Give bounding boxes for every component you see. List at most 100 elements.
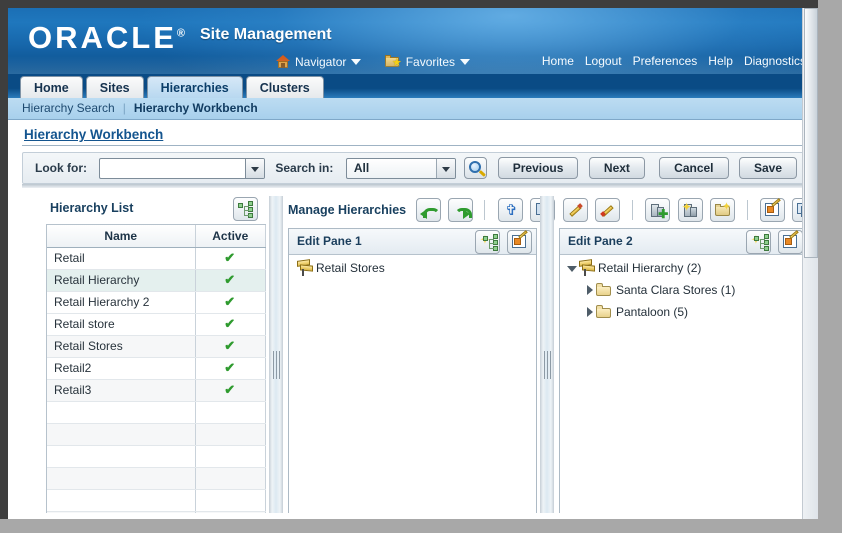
look-for-dropdown-button[interactable] [244, 158, 264, 178]
search-in-label: Search in: [275, 161, 334, 175]
undo-button[interactable] [415, 198, 441, 222]
table-row[interactable] [47, 445, 266, 468]
cell-name: Retail Hierarchy [47, 269, 196, 292]
favorites-menu[interactable]: ★ Favorites [384, 54, 471, 69]
tree-node[interactable]: Retail Stores [295, 259, 536, 282]
cell-name: Retail store [47, 313, 196, 336]
tree-twisty-expanded-icon[interactable] [566, 263, 577, 274]
tab-home[interactable]: Home [20, 76, 83, 98]
building-add-icon: ✚ [650, 202, 668, 220]
search-button[interactable] [464, 157, 488, 179]
subnav-item-hierarchy-workbench[interactable]: Hierarchy Workbench [134, 101, 258, 115]
tree-view-button[interactable]: ✦ [474, 230, 500, 254]
splitter-left[interactable] [269, 196, 283, 519]
window-frame-top [0, 0, 842, 8]
table-row[interactable]: Retail ✔ [47, 247, 266, 270]
global-link-preferences[interactable]: Preferences [633, 54, 698, 68]
tab-sites[interactable]: Sites [85, 76, 144, 98]
subnav-item-hierarchy-search[interactable]: Hierarchy Search [22, 101, 115, 115]
splitter-right[interactable] [540, 196, 554, 519]
previous-button[interactable]: Previous [497, 157, 579, 179]
global-link-diagnostics[interactable]: Diagnostics [744, 54, 806, 68]
chevron-down-icon [435, 158, 455, 178]
search-action-bar: Look for: Search in: All Previous Next C… [22, 152, 804, 184]
table-row[interactable] [47, 401, 266, 424]
building-new-icon: ✦ [682, 201, 699, 219]
browser-viewport: ORACLE® Site Management Navigator ★ Favor… [8, 8, 818, 519]
search-in-select[interactable]: All [345, 157, 456, 179]
active-check-icon: ✔ [224, 360, 236, 375]
edit-properties-button[interactable] [760, 198, 785, 222]
cell-name [47, 401, 196, 424]
pane-properties-button[interactable] [778, 230, 803, 254]
new-site-button[interactable]: ✦ [677, 198, 703, 222]
active-check-icon: ✔ [224, 272, 236, 287]
column-header-active[interactable]: Active [195, 225, 266, 248]
next-button[interactable]: Next [588, 157, 645, 179]
move-button[interactable]: ✞ [497, 198, 523, 222]
global-link-help[interactable]: Help [708, 54, 733, 68]
rename-button[interactable] [595, 198, 621, 222]
table-row[interactable] [47, 467, 266, 490]
edit-pane-1-tree[interactable]: Retail Stores [289, 255, 536, 519]
tree-node-label: Retail Stores [316, 261, 385, 275]
tree-node-label: Pantaloon (5) [616, 304, 689, 319]
save-button[interactable]: Save [738, 157, 797, 179]
global-link-home[interactable]: Home [542, 54, 574, 68]
folder-icon [596, 305, 612, 319]
cancel-button[interactable]: Cancel [659, 157, 729, 179]
search-in-value: All [353, 160, 370, 175]
edit-button[interactable] [562, 198, 588, 222]
global-link-logout[interactable]: Logout [585, 54, 622, 68]
signpost-hierarchy-icon [296, 259, 314, 276]
redo-button[interactable] [448, 198, 474, 222]
properties-edit-icon [783, 230, 799, 250]
tab-hierarchies[interactable]: Hierarchies [146, 76, 243, 98]
tree-twisty-collapsed-icon[interactable] [584, 284, 595, 296]
hierarchy-list-table-wrap: Name Active Retail ✔ Retail Hierarchy ✔ Re… [46, 224, 266, 519]
home-icon [276, 55, 290, 69]
cell-name: Retail Stores [47, 335, 196, 358]
new-folder-button[interactable]: ✦ [710, 198, 736, 222]
splitter-grip [544, 351, 551, 379]
navigator-menu[interactable]: Navigator [276, 54, 362, 69]
tab-clusters[interactable]: Clusters [245, 76, 324, 98]
page-vertical-scrollbar[interactable] [802, 8, 818, 519]
table-row[interactable]: Retail store ✔ [47, 313, 266, 336]
active-check-icon: ✔ [224, 316, 236, 331]
cell-name [47, 467, 196, 490]
active-check-icon: ✔ [224, 382, 236, 397]
cell-name: Retail2 [47, 357, 196, 380]
add-site-button[interactable]: ✚ [645, 198, 671, 222]
toolbar-separator [631, 200, 633, 220]
tree-node[interactable]: Retail Hierarchy (2) [566, 259, 807, 282]
table-row[interactable]: Retail Hierarchy ✔ [47, 269, 266, 292]
oracle-banner: ORACLE® Site Management Navigator ★ Favor… [8, 8, 818, 74]
edit-pane-2-tree[interactable]: Retail Hierarchy (2) Santa Clara Stores … [560, 255, 807, 519]
tree-twisty-collapsed-icon[interactable] [584, 306, 595, 318]
app-title: Site Management [200, 26, 332, 43]
tree-structure-icon: ✦ [479, 233, 498, 251]
pencil-edit-icon [568, 203, 584, 218]
banner-nav-tools: Navigator ★ Favorites [276, 54, 490, 69]
column-header-name[interactable]: Name [47, 225, 196, 248]
hierarchy-add-button[interactable] [233, 197, 258, 221]
tree-view-button[interactable]: ✦ [745, 230, 771, 254]
table-row[interactable]: Retail3 ✔ [47, 379, 266, 402]
table-row[interactable]: Retail2 ✔ [47, 357, 266, 380]
table-row[interactable]: Retail Hierarchy 2 ✔ [47, 291, 266, 314]
table-row[interactable]: Retail Stores ✔ [47, 335, 266, 358]
scrollbar-thumb[interactable] [804, 8, 818, 258]
tree-node[interactable]: Pantaloon (5) [566, 304, 807, 326]
manage-hierarchies-panel: Manage Hierarchies ✞ ✚ ✦ ✦ ✕ [288, 196, 818, 519]
signpost-hierarchy-icon [578, 259, 596, 276]
pane-properties-button[interactable] [507, 230, 532, 254]
table-row[interactable] [47, 489, 266, 512]
table-row[interactable] [47, 423, 266, 446]
active-check-icon: ✔ [224, 294, 236, 309]
hierarchy-list-body: Retail ✔ Retail Hierarchy ✔ Retail Hierarc… [47, 247, 266, 519]
cell-name: Retail3 [47, 379, 196, 402]
look-for-input[interactable] [100, 158, 241, 178]
tree-node[interactable]: Santa Clara Stores (1) [566, 282, 807, 304]
edit-pane-1-title: Edit Pane 1 [297, 234, 362, 248]
